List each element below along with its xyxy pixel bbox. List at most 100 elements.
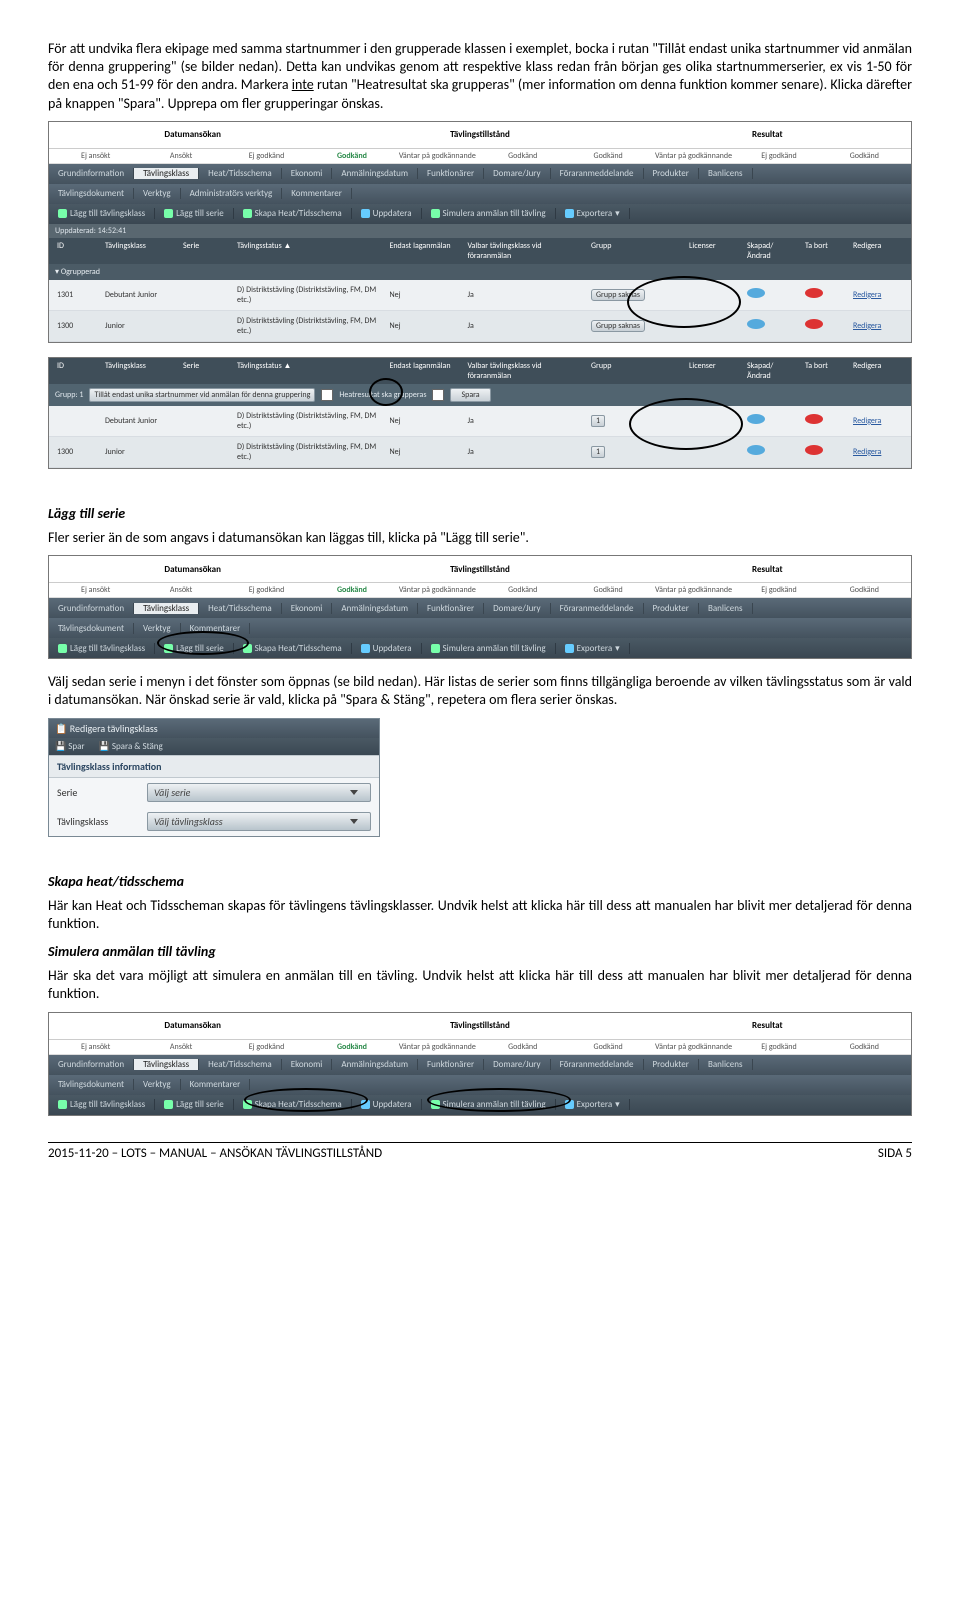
highlight-oval-checkbox — [369, 378, 403, 406]
group-ungrouped[interactable]: ▾ Ogrupperad — [49, 264, 911, 280]
tab-heat[interactable]: Heat/Tidsschema — [199, 168, 282, 179]
plus-icon — [164, 1100, 173, 1109]
workflow-header: Datumansökan Tävlingstillstånd Resultat — [49, 122, 911, 149]
footer-left: 2015-11-20 – LOTS – MANUAL – ANSÖKAN TÄV… — [48, 1146, 382, 1161]
btn-exportera[interactable]: Exportera ▾ — [556, 643, 630, 654]
screenshot-1: Datumansökan Tävlingstillstånd Resultat … — [48, 121, 912, 343]
plus-icon — [164, 209, 173, 218]
tab-kommentarer[interactable]: Kommentarer — [282, 188, 352, 199]
tab-bar: GrundinformationTävlingsklassHeat/Tidssc… — [49, 1055, 911, 1075]
tab-dokument[interactable]: Tävlingsdokument — [49, 188, 134, 199]
select-klass[interactable]: Välj tävlingsklass — [147, 812, 371, 831]
btn-uppdatera[interactable]: Uppdatera — [352, 643, 422, 654]
edit-link[interactable]: Redigera — [849, 290, 907, 300]
label-klass: Tävlingsklass — [57, 815, 137, 828]
tab-bar-2: Tävlingsdokument Verktyg Administratörs … — [49, 184, 911, 204]
info-icon[interactable] — [747, 414, 765, 424]
screenshot-2: DatumansökanTävlingstillståndResultat Ej… — [48, 555, 912, 659]
table-header: IDTävlingsklassSerieTävlingsstatus ▲Enda… — [49, 358, 911, 384]
group-select[interactable]: 1 — [591, 446, 605, 458]
checkbox-unique[interactable] — [321, 389, 333, 401]
tab-verktyg[interactable]: Verktyg — [134, 188, 181, 199]
btn-lagg-serie[interactable]: Lägg till serie — [155, 208, 234, 219]
para-valj-serie: Välj sedan serie i menyn i det fönster s… — [48, 673, 912, 709]
refresh-icon — [361, 209, 370, 218]
para-lagg-serie: Fler serier än de som angavs i datumansö… — [48, 529, 912, 547]
unique-start-label: Tillåt endast unika startnummer vid anmä… — [89, 388, 315, 402]
btn-simulera[interactable]: Simulera anmälan till tävling — [422, 643, 556, 654]
workflow-steps: Ej ansöktAnsöktEj godkändGodkändVäntar p… — [49, 583, 911, 598]
popup-save[interactable]: 💾 Spar — [55, 741, 85, 752]
btn-lagg-klass[interactable]: Lägg till tävlingsklass — [49, 1099, 155, 1110]
popup-title: 📋 Redigera tävlingsklass — [49, 719, 379, 738]
delete-icon[interactable] — [805, 288, 823, 298]
p1-underline: inte — [292, 76, 314, 93]
select-serie[interactable]: Välj serie — [147, 783, 371, 802]
btn-exportera[interactable]: Exportera ▾ — [556, 208, 630, 219]
table-row: 1301Debutant JuniorD) Distriktstävling (… — [49, 280, 911, 311]
group-control-row: Grupp: 1 Tillåt endast unika startnummer… — [49, 384, 911, 406]
tab-bar: GrundinformationTävlingsklassHeat/Tidssc… — [49, 598, 911, 618]
edit-link[interactable]: Redigera — [849, 447, 907, 457]
edit-link[interactable]: Redigera — [849, 416, 907, 426]
screenshot-1b: IDTävlingsklassSerieTävlingsstatus ▲Enda… — [48, 357, 912, 469]
info-icon[interactable] — [747, 288, 765, 298]
highlight-oval-simulera — [427, 1088, 571, 1112]
tab-bar: Grundinformation Tävlingsklass Heat/Tids… — [49, 164, 911, 184]
updated-label: Uppdaterad: 14:52:41 — [49, 224, 911, 238]
tab-anmalning[interactable]: Anmälningsdatum — [332, 168, 418, 179]
para-simulera: Här ska det vara möjligt att simulera en… — [48, 967, 912, 1003]
info-icon[interactable] — [747, 319, 765, 329]
delete-icon[interactable] — [805, 414, 823, 424]
workflow-steps: Ej ansöktAnsöktEj godkändGodkändVäntar p… — [49, 149, 911, 164]
tab-grundinfo[interactable]: Grundinformation — [49, 168, 134, 179]
wf-col3: Resultat — [624, 129, 911, 140]
table-row: 1300JuniorD) Distriktstävling (Distrikts… — [49, 311, 911, 342]
page-footer: 2015-11-20 – LOTS – MANUAL – ANSÖKAN TÄV… — [48, 1142, 912, 1161]
info-icon[interactable] — [747, 445, 765, 455]
label-serie: Serie — [57, 786, 137, 799]
highlight-oval — [627, 276, 741, 328]
btn-skapa-heat[interactable]: Skapa Heat/Tidsschema — [234, 643, 352, 654]
download-icon — [565, 209, 574, 218]
play-icon — [431, 209, 440, 218]
tab-ekonomi[interactable]: Ekonomi — [282, 168, 333, 179]
table-row: 1300JuniorD) Distriktstävling (Distrikts… — [49, 437, 911, 468]
popup-save-close[interactable]: 💾 Spara & Stäng — [99, 741, 163, 752]
btn-uppdatera[interactable]: Uppdatera — [352, 208, 422, 219]
tab-admin[interactable]: Administratörs verktyg — [181, 188, 283, 199]
highlight-oval-lagg-serie — [157, 631, 249, 655]
btn-skapa-heat[interactable]: Skapa Heat/Tidsschema — [234, 208, 352, 219]
refresh-icon — [361, 644, 370, 653]
btn-lagg-klass[interactable]: Lägg till tävlingsklass — [49, 208, 155, 219]
save-button[interactable]: Spara — [450, 388, 490, 402]
intro-paragraph: För att undvika flera ekipage med samma … — [48, 40, 912, 113]
checkbox-heat[interactable] — [432, 389, 444, 401]
tab-funktionarer[interactable]: Funktionärer — [418, 168, 484, 179]
btn-lagg-serie[interactable]: Lägg till serie — [155, 1099, 234, 1110]
popup-redigera: 📋 Redigera tävlingsklass 💾 Spar 💾 Spara … — [48, 718, 380, 837]
wf-col1: Datumansökan — [49, 129, 336, 140]
tab-produkter[interactable]: Produkter — [644, 168, 699, 179]
tab-forarmedd[interactable]: Föraranmeddelande — [551, 168, 644, 179]
group-select[interactable]: Grupp saknas — [591, 320, 645, 332]
plus-icon — [58, 644, 67, 653]
tab-domare[interactable]: Domare/Jury — [484, 168, 550, 179]
highlight-oval-group — [629, 398, 743, 450]
tab-tavlingsklass[interactable]: Tävlingsklass — [134, 168, 199, 179]
heading-skapa-heat: Skapa heat/tidsschema — [48, 873, 184, 890]
toolbar: Lägg till tävlingsklass Lägg till serie … — [49, 204, 911, 224]
btn-lagg-klass[interactable]: Lägg till tävlingsklass — [49, 643, 155, 654]
workflow-header: DatumansökanTävlingstillståndResultat — [49, 1013, 911, 1040]
plus-icon — [58, 209, 67, 218]
edit-link[interactable]: Redigera — [849, 321, 907, 331]
delete-icon[interactable] — [805, 445, 823, 455]
plus-icon — [243, 209, 252, 218]
plus-icon — [58, 1100, 67, 1109]
para-skapa-heat: Här kan Heat och Tidsscheman skapas för … — [48, 897, 912, 933]
delete-icon[interactable] — [805, 319, 823, 329]
tab-banlicens[interactable]: Banlicens — [699, 168, 753, 179]
btn-simulera[interactable]: Simulera anmälan till tävling — [422, 208, 556, 219]
group-select[interactable]: 1 — [591, 415, 605, 427]
wf-col2: Tävlingstillstånd — [336, 129, 623, 140]
